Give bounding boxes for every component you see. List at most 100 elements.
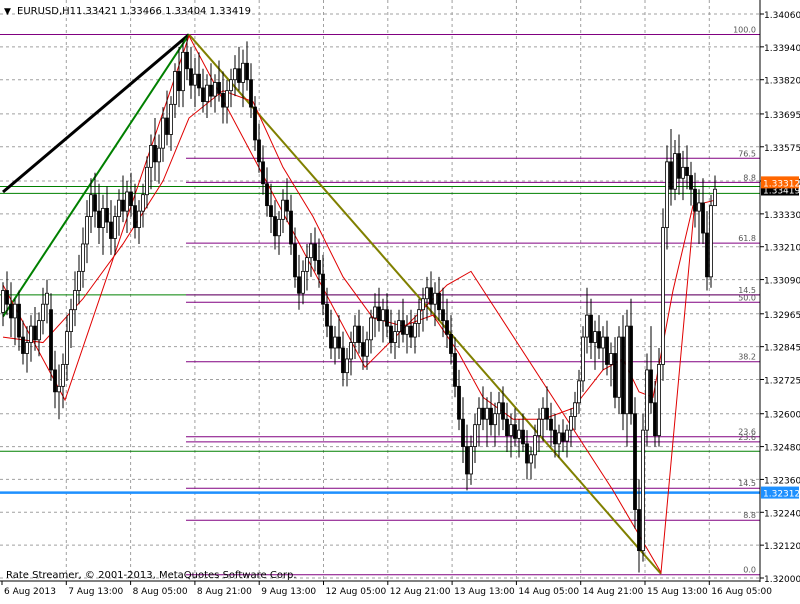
- candle-body: [37, 320, 41, 341]
- candle-body: [153, 145, 157, 163]
- candle-body: [313, 243, 317, 261]
- candle-body: [605, 336, 609, 365]
- candle-body: [241, 62, 245, 83]
- candle-body: [349, 342, 353, 360]
- candle-body: [89, 194, 93, 218]
- candle-body: [93, 194, 97, 212]
- fibo-level-label: 8.8: [743, 173, 756, 182]
- candle-body: [33, 325, 37, 341]
- candle-body: [389, 325, 393, 343]
- price-axis-label: 1.32480: [764, 444, 800, 454]
- candle-body: [525, 443, 529, 464]
- time-axis-label: 12 Aug 05:00: [326, 587, 387, 597]
- candle-body: [485, 407, 489, 420]
- fibo-level-label: 100.0: [733, 26, 756, 35]
- candle-body: [549, 418, 553, 431]
- candle-body: [129, 191, 133, 207]
- candle-body: [401, 320, 405, 335]
- candle-body: [421, 298, 425, 311]
- candle-body: [57, 385, 61, 393]
- candle-body: [393, 331, 397, 343]
- candle-body: [173, 71, 177, 105]
- candle-body: [577, 380, 581, 404]
- time-axis-label: 7 Aug 13:00: [68, 587, 123, 597]
- time-axis-label: 13 Aug 13:00: [454, 587, 515, 597]
- candle-body: [97, 210, 101, 228]
- fibo-level-label: 61.8: [738, 234, 756, 243]
- candle-body: [609, 353, 613, 365]
- candle-body: [705, 232, 709, 278]
- candle-body: [61, 364, 65, 387]
- candle-body: [385, 309, 389, 327]
- candle-body: [133, 205, 137, 228]
- time-axis-label: 14 Aug 21:00: [583, 587, 644, 597]
- candle-body: [569, 416, 573, 431]
- candle-body: [653, 402, 657, 437]
- candle-body: [341, 347, 345, 374]
- fibo-level-label: 23.6: [738, 433, 756, 442]
- price-axis-label: 1.33940: [764, 44, 800, 54]
- candle-body: [105, 207, 109, 223]
- candle-body: [325, 303, 329, 327]
- candle-body: [521, 429, 525, 445]
- price-axis-label: 1.34060: [764, 11, 800, 21]
- candle-body: [205, 84, 209, 103]
- candle-body: [429, 287, 433, 305]
- chart-symbol-label: EURUSD,H1: [17, 6, 76, 17]
- candle-body: [693, 188, 697, 212]
- candle-body: [361, 342, 365, 357]
- candle-body: [245, 62, 249, 81]
- candle-body: [709, 205, 713, 278]
- chart-window[interactable]: 100.0 76.5 61.8 50.0 38.2 23.6 8.8 14.5 23.6 14.5…: [0, 0, 800, 600]
- price-axis-label: 1.32240: [764, 509, 800, 519]
- candle-body: [225, 90, 229, 108]
- candle-body: [665, 161, 669, 228]
- candle-body: [17, 303, 21, 338]
- candle-body: [273, 216, 277, 237]
- candle-body: [541, 407, 545, 420]
- candle-body: [157, 147, 161, 163]
- candle-body: [617, 336, 621, 398]
- candle-body: [121, 199, 125, 212]
- candle-body: [505, 418, 509, 437]
- candle-body: [461, 418, 465, 447]
- candle-body: [433, 292, 437, 305]
- candle-body: [285, 199, 289, 212]
- price-axis-label: 1.32120: [764, 542, 800, 552]
- price-chart[interactable]: 100.076.561.850.038.223.68.814.523.614.5…: [0, 0, 800, 600]
- candle-body: [637, 509, 641, 552]
- candle-body: [593, 331, 597, 343]
- candle-body: [45, 292, 49, 305]
- candle-body: [425, 287, 429, 300]
- price-axis-label: 1.33820: [764, 77, 800, 87]
- candle-body: [649, 369, 653, 404]
- candle-body: [589, 314, 593, 343]
- fibo-level-label: 14.5: [738, 479, 756, 488]
- candle-body: [165, 117, 169, 135]
- chart-menu-arrow-icon[interactable]: ▼: [4, 7, 11, 17]
- candle-body: [1, 290, 5, 313]
- price-tag-label: 1.32312: [763, 490, 800, 500]
- candle-body: [77, 270, 81, 291]
- time-axis-label: 16 Aug 05:00: [711, 587, 772, 597]
- candle-body: [613, 353, 617, 398]
- candle-body: [345, 358, 349, 374]
- candle-body: [621, 336, 625, 415]
- candle-body: [585, 314, 589, 338]
- fibo-level-label: 8.8: [743, 511, 756, 520]
- price-axis-label: 1.32360: [764, 476, 800, 486]
- candle-body: [265, 183, 269, 207]
- candle-body: [493, 413, 497, 426]
- candle-body: [469, 446, 473, 475]
- price-axis-label: 1.33330: [764, 211, 800, 221]
- candle-body: [501, 402, 505, 420]
- fibo-level-label: 0.0: [743, 566, 756, 575]
- candle-body: [209, 84, 213, 97]
- candle-body: [449, 333, 453, 354]
- candle-body: [633, 413, 637, 510]
- candle-body: [117, 199, 121, 218]
- candle-body: [489, 407, 493, 426]
- candle-body: [661, 227, 665, 365]
- candle-body: [681, 166, 685, 179]
- candle-body: [277, 218, 281, 237]
